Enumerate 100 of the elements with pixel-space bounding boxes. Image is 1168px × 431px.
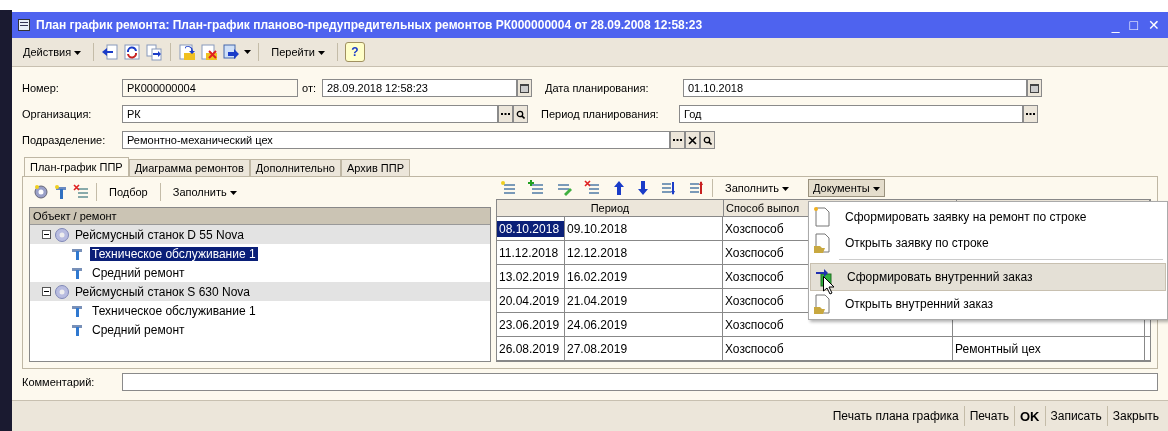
arrow-up-icon[interactable] [612,180,625,196]
add-row-icon[interactable] [500,180,516,196]
window-control-button[interactable]: _ [1109,17,1122,33]
tab[interactable]: Дополнительно [249,159,341,176]
add-row-icon[interactable] [528,180,545,196]
select-button[interactable] [498,105,513,123]
tab[interactable]: План-график ППР [24,157,129,176]
document-cancel-icon[interactable] [200,43,219,61]
table-cell[interactable]: 20.04.2019 [497,292,562,309]
tree-item[interactable]: Техническое обслуживание 1 [90,303,258,318]
caret-icon [229,191,237,196]
caret-icon[interactable] [244,50,252,54]
calendar-icon [520,83,529,93]
sort-descending-icon[interactable] [689,180,705,196]
table-cell[interactable]: 26.08.2019 [497,340,562,357]
tree-item[interactable]: Техническое обслуживание 1 [90,246,258,261]
field-label: Период планирования: [541,108,660,120]
collapse-icon[interactable] [42,287,51,296]
clear-button[interactable] [685,131,700,149]
dialog-button[interactable]: OK [1015,406,1045,426]
table-cell-text: 24.06.2019 [566,316,629,333]
field-label: Номер: [22,82,60,94]
arrow-down-icon[interactable] [636,180,649,196]
menu-item[interactable]: Открыть внутренний заказ [809,291,1167,317]
table-cell-text: 27.08.2019 [566,340,629,357]
copy-icon[interactable] [145,43,164,61]
period-field[interactable]: Год [679,105,1023,123]
tree-item[interactable]: Средний ремонт [90,265,187,280]
table-cell[interactable]: 08.10.2018 [497,220,564,237]
column-header: Период [497,200,724,216]
table-cell-text: Ремонтный цех [954,340,1042,357]
fill-menu[interactable]: Заполнить [167,183,242,201]
new-document-icon [813,206,831,228]
table-cell-text: Хозспособ [724,244,785,261]
window-control-button[interactable]: □ [1127,17,1140,33]
table-cell-text: Хозспособ [724,220,785,237]
window-title: План график ремонта: План-график планово-предупредительных ремонтов РК000000004 от 28.09.2008 12:58:23 [36,18,703,32]
goto-menu[interactable]: Перейти [266,43,330,61]
table-cell-text: Хозспособ [724,316,785,333]
calendar-button[interactable] [1027,79,1042,97]
date-field[interactable]: 01.10.2018 [683,79,1027,97]
field-label: Подразделение: [22,134,107,146]
dialog-button[interactable]: Печать плана графика [827,407,964,425]
tab[interactable]: Архив ППР [340,159,410,176]
table-cell-text: Хозспособ [724,340,785,357]
department-field[interactable]: Ремонтно-механический цех [122,131,670,149]
column-header: Объект / ремонт [30,208,490,225]
table-cell-text: 16.02.2019 [566,268,629,285]
caret-icon [74,51,82,56]
close-icon [688,135,697,145]
arrow-left-icon[interactable] [101,43,120,61]
table-cell-text: 09.10.2018 [566,220,629,237]
caret-icon [782,187,790,192]
sort-ascending-icon[interactable] [660,180,677,196]
open-document-icon [813,232,831,254]
collapse-icon[interactable] [42,230,51,239]
search-icon [516,109,525,119]
field-label: Дата планирования: [545,82,650,94]
search-button[interactable] [700,131,715,149]
help-button[interactable]: ? [344,42,365,62]
cursor-icon [823,276,835,295]
delete-list-icon[interactable] [73,184,89,200]
caret-icon [872,187,880,192]
open-document-icon [813,293,831,315]
actions-menu[interactable]: Действия [18,43,87,61]
number-field[interactable]: РК000000004 [122,79,298,97]
organization-field[interactable]: РК [122,105,498,123]
table-cell-text: 12.12.2018 [566,244,629,261]
table-cell-text: Хозспособ [724,268,785,285]
calendar-button[interactable] [517,79,532,97]
table-cell[interactable]: 13.02.2019 [497,268,562,285]
fill-menu[interactable]: Заполнить [720,179,804,197]
field-label: Комментарий: [22,376,96,388]
documents-menu[interactable]: Документы [808,179,885,197]
tab[interactable]: Диаграмма ремонтов [128,159,250,176]
date-field[interactable]: 28.09.2018 12:58:23 [322,79,517,97]
table-cell[interactable]: 11.12.2018 [497,244,561,261]
document-post-icon[interactable] [178,43,197,61]
select-button[interactable] [670,131,685,149]
copy-icon[interactable] [222,43,241,61]
table-cell[interactable]: 23.06.2019 [497,316,562,333]
table-cell-text: Хозспособ [724,292,785,309]
caret-icon [317,51,325,56]
comment-field[interactable] [122,373,1158,391]
tree-item[interactable]: Средний ремонт [90,322,187,337]
search-icon [703,135,712,145]
refresh-icon[interactable] [123,43,142,61]
dialog-button[interactable]: Закрыть [1107,407,1164,425]
field-label: Организация: [22,108,93,120]
table-cell-text: 21.04.2019 [566,292,629,309]
search-button[interactable] [513,105,528,123]
menu-item[interactable]: Открыть заявку по строке [809,230,1167,256]
delete-row-icon[interactable] [584,180,601,196]
calendar-icon [1030,83,1039,93]
select-button[interactable] [1023,105,1038,123]
window-control-button[interactable]: ✕ [1146,17,1162,33]
dialog-button[interactable]: Записать [1045,407,1107,425]
field-label: от: [302,82,317,94]
pick-button[interactable]: Подбор [104,183,153,201]
dialog-button[interactable]: Печать [964,407,1014,425]
